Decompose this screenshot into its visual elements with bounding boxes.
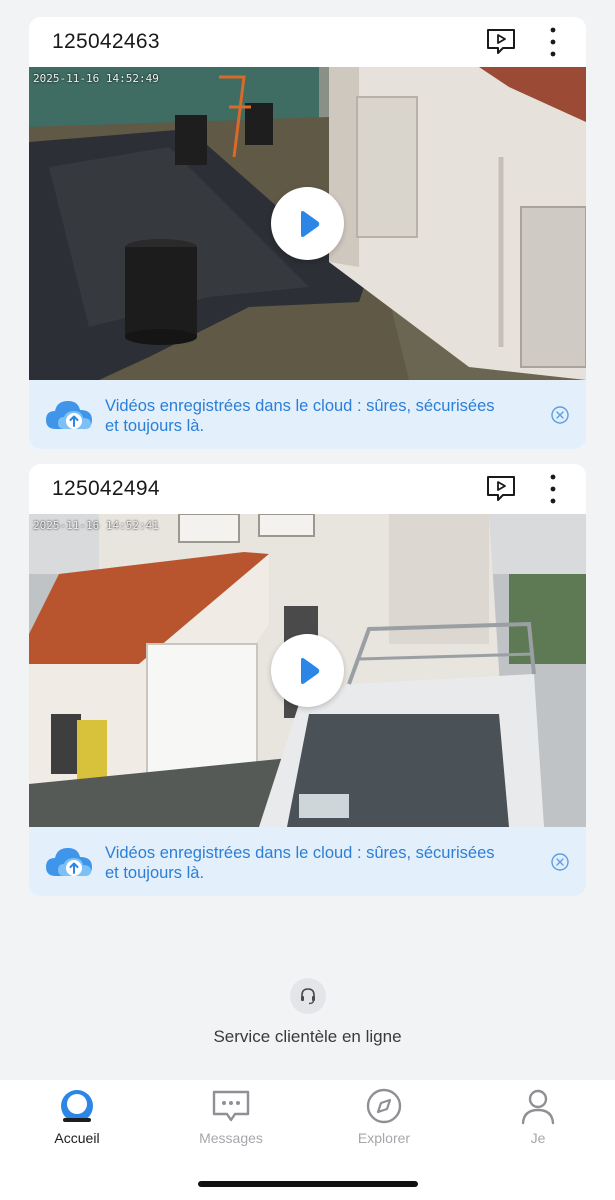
tab-home[interactable]: Accueil <box>0 1080 154 1160</box>
tab-me-label: Je <box>530 1130 546 1146</box>
home-indicator <box>198 1181 418 1187</box>
camera-card[interactable]: 125042463 2025-11-16 14:52:49 Vidéos enr… <box>29 17 586 449</box>
more-options-icon[interactable] <box>537 27 569 57</box>
tab-explore[interactable]: Explorer <box>307 1080 461 1160</box>
customer-service-link[interactable]: Service clientèle en ligne <box>0 978 615 1047</box>
tab-explore-label: Explorer <box>357 1130 411 1146</box>
camera-preview[interactable]: 2025-11-16 14:52:49 <box>29 67 586 380</box>
camera-card[interactable]: 125042494 2025-11-16 14:52:41 Vidéos enr… <box>29 464 586 896</box>
tab-messages[interactable]: Messages <box>154 1080 308 1160</box>
camera-card-header: 125042463 <box>29 17 586 67</box>
cloud-banner-text: Vidéos enregistrées dans le cloud : sûre… <box>105 397 495 435</box>
screen-playback-icon[interactable] <box>485 27 517 57</box>
user-icon <box>521 1089 555 1125</box>
video-timestamp: 2025-11-16 14:52:49 <box>33 72 159 85</box>
video-timestamp: 2025-11-16 14:52:41 <box>33 519 159 532</box>
cloud-banner-text: Vidéos enregistrées dans le cloud : sûre… <box>105 844 495 882</box>
close-icon[interactable] <box>550 852 570 872</box>
camera-preview[interactable]: 2025-11-16 14:52:41 <box>29 514 586 827</box>
message-icon <box>212 1090 250 1122</box>
more-options-icon[interactable] <box>537 474 569 504</box>
play-icon <box>301 658 320 684</box>
customer-service-label[interactable]: Service clientèle en ligne <box>0 1027 615 1047</box>
cloud-upload-icon <box>46 401 92 429</box>
tab-me[interactable]: Je <box>461 1080 615 1160</box>
cloud-storage-banner[interactable]: Vidéos enregistrées dans le cloud : sûre… <box>29 380 586 449</box>
cloud-upload-icon <box>46 848 92 876</box>
close-icon[interactable] <box>550 405 570 425</box>
screen-playback-icon[interactable] <box>485 474 517 504</box>
camera-name: 125042494 <box>52 477 160 500</box>
play-button[interactable] <box>271 187 344 260</box>
play-button[interactable] <box>271 634 344 707</box>
cloud-storage-banner[interactable]: Vidéos enregistrées dans le cloud : sûre… <box>29 827 586 896</box>
tab-home-label: Accueil <box>54 1130 100 1146</box>
compass-icon <box>366 1088 402 1124</box>
home-icon <box>61 1090 93 1122</box>
headset-icon[interactable] <box>289 978 326 1014</box>
tab-messages-label: Messages <box>199 1130 263 1146</box>
camera-name: 125042463 <box>52 30 160 53</box>
play-icon <box>301 211 320 237</box>
camera-card-header: 125042494 <box>29 464 586 514</box>
